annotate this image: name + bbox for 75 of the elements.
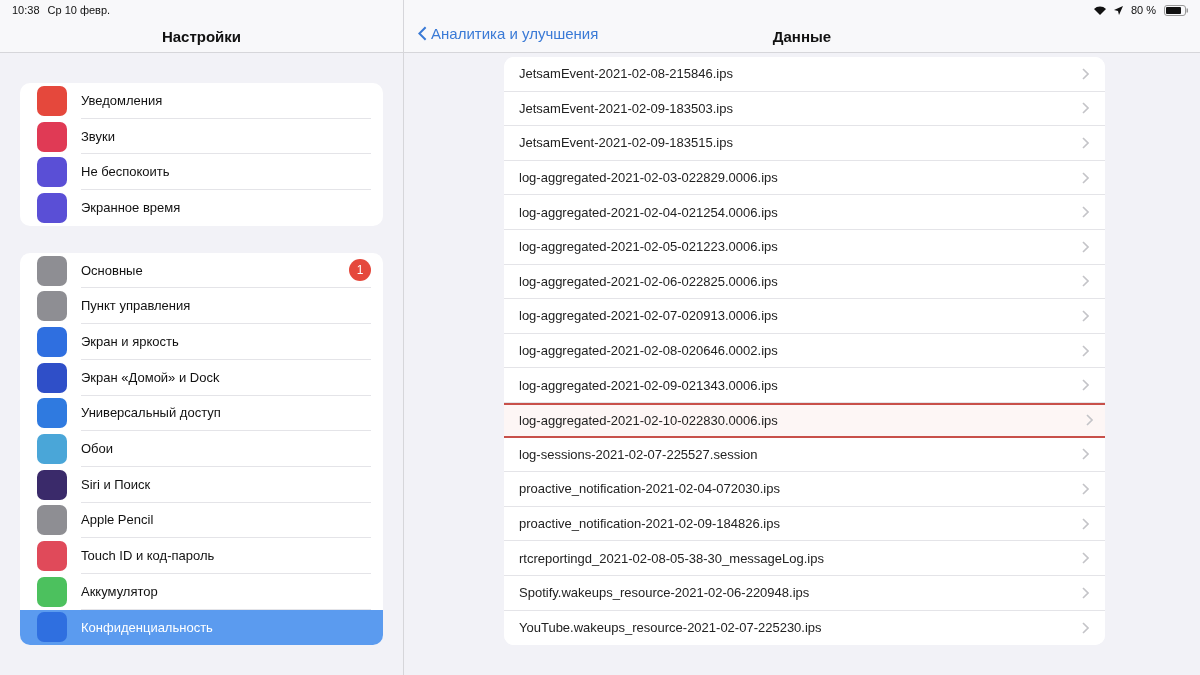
sidebar-title: Настройки	[161, 27, 242, 45]
settings-item[interactable]: Apple Pencil	[20, 502, 383, 539]
file-name: log-aggregated-2021-02-07-020913.0006.ips	[519, 308, 779, 324]
settings-item[interactable]: Не беспокоить	[20, 154, 383, 191]
back-link[interactable]: Аналитика и улучшения	[418, 25, 599, 42]
chevron-icon	[1082, 448, 1089, 461]
settings-item[interactable]: Экран и яркость	[20, 324, 383, 360]
chevron-icon	[1082, 240, 1089, 253]
file-name: log-aggregated-2021-02-10-022830.0006.ips	[519, 412, 779, 428]
file-name: log-aggregated-2021-02-09-021343.0006.ips	[519, 377, 779, 393]
settings-item[interactable]: Siri и Поиск	[20, 466, 383, 503]
chevron-icon	[1082, 137, 1089, 149]
file-name: JetsamEvent-2021-02-09-183515.ips	[519, 135, 734, 151]
file-name: log-aggregated-2021-02-05-021223.0006.ips	[519, 239, 779, 255]
settings-item[interactable]: Аккумулятор	[20, 573, 383, 610]
chevron-icon	[1082, 171, 1089, 184]
file-name: log-aggregated-2021-02-06-022825.0006.ips	[519, 273, 779, 289]
settings-label: Экранное время	[81, 199, 182, 218]
chevron-icon	[1082, 102, 1089, 115]
location-arrow-icon	[1113, 5, 1123, 15]
settings-item[interactable]: Универсальный доступ	[20, 395, 383, 432]
battery-percent: 80 %	[1130, 4, 1156, 16]
chevron-icon	[1082, 482, 1089, 495]
file-name: log-aggregated-2021-02-08-020646.0002.ips	[519, 343, 779, 359]
chevron-icon	[1082, 379, 1089, 392]
settings-label: Конфиденциальность	[81, 618, 214, 637]
notification-badge: 1	[349, 259, 371, 282]
settings-item[interactable]: Пункт управления	[20, 288, 383, 325]
settings-item[interactable]: Звуки	[20, 118, 383, 155]
settings-label: Apple Pencil	[81, 502, 371, 539]
settings-label: Звуки	[81, 118, 371, 155]
back-chevron-icon	[418, 26, 427, 41]
chevron-icon	[1086, 414, 1093, 427]
status-date: Ср 10 февр.	[47, 4, 111, 16]
settings-item[interactable]: Обои	[20, 431, 383, 467]
settings-item[interactable]: Touch ID и код-пароль	[20, 538, 383, 574]
settings-label: Siri и Поиск	[81, 466, 371, 503]
chevron-icon	[1082, 309, 1089, 322]
chevron-icon	[1082, 67, 1089, 80]
settings-label: Уведомления	[81, 83, 371, 119]
chevron-icon	[1082, 517, 1089, 530]
settings-label: Пункт управления	[81, 288, 371, 325]
settings-item[interactable]: Экранное время	[20, 190, 383, 226]
file-name: JetsamEvent-2021-02-08-215846.ips	[519, 66, 734, 82]
file-name: rtcreportingd_2021-02-08-05-38-30_messageLog.ips	[519, 550, 825, 566]
file-name: log-sessions-2021-02-07-225527.session	[519, 446, 759, 462]
file-name: YouTube.wakeups_resource-2021-02-07-225230.ips	[519, 620, 823, 636]
file-name: proactive_notification-2021-02-09-184826.ips	[519, 516, 781, 531]
settings-label: Аккумулятор	[81, 573, 371, 610]
status-time: 10:38	[12, 4, 40, 16]
detail-title: Данные	[772, 27, 832, 45]
settings-label: Обои	[81, 431, 371, 467]
chevron-icon	[1082, 621, 1089, 634]
file-name: proactive_notification-2021-02-04-072030.ips	[519, 481, 781, 497]
chevron-icon	[1082, 586, 1089, 599]
battery-icon	[1164, 4, 1188, 16]
settings-label: Touch ID и код-пароль	[81, 538, 371, 574]
settings-label: Экран «Домой» и Dock	[81, 359, 371, 396]
chevron-icon	[1082, 552, 1089, 565]
settings-label: Универсальный доступ	[81, 395, 371, 432]
settings-label: Экран и яркость	[81, 324, 371, 360]
chevron-icon	[1082, 206, 1089, 219]
chevron-icon	[1082, 344, 1089, 357]
settings-label: Основные 1	[81, 252, 371, 289]
file-name: JetsamEvent-2021-02-09-183503.ips	[519, 100, 734, 116]
file-row[interactable]: log-aggregated-2021-02-10-022830.0006.ips	[504, 402, 1105, 438]
settings-item[interactable]: Основные 1	[20, 252, 383, 289]
file-name: log-aggregated-2021-02-03-022829.0006.ips	[519, 170, 779, 186]
chevron-icon	[1082, 275, 1089, 288]
settings-label: Не беспокоить	[81, 154, 371, 191]
file-name: Spotify.wakeups_resource-2021-02-06-220948.ips	[519, 585, 811, 601]
wifi-icon	[1093, 5, 1106, 15]
settings-item[interactable]: Экран «Домой» и Dock	[20, 359, 383, 396]
file-name: log-aggregated-2021-02-04-021254.0006.ips	[519, 204, 779, 220]
settings-item[interactable]: Уведомления	[20, 83, 383, 119]
